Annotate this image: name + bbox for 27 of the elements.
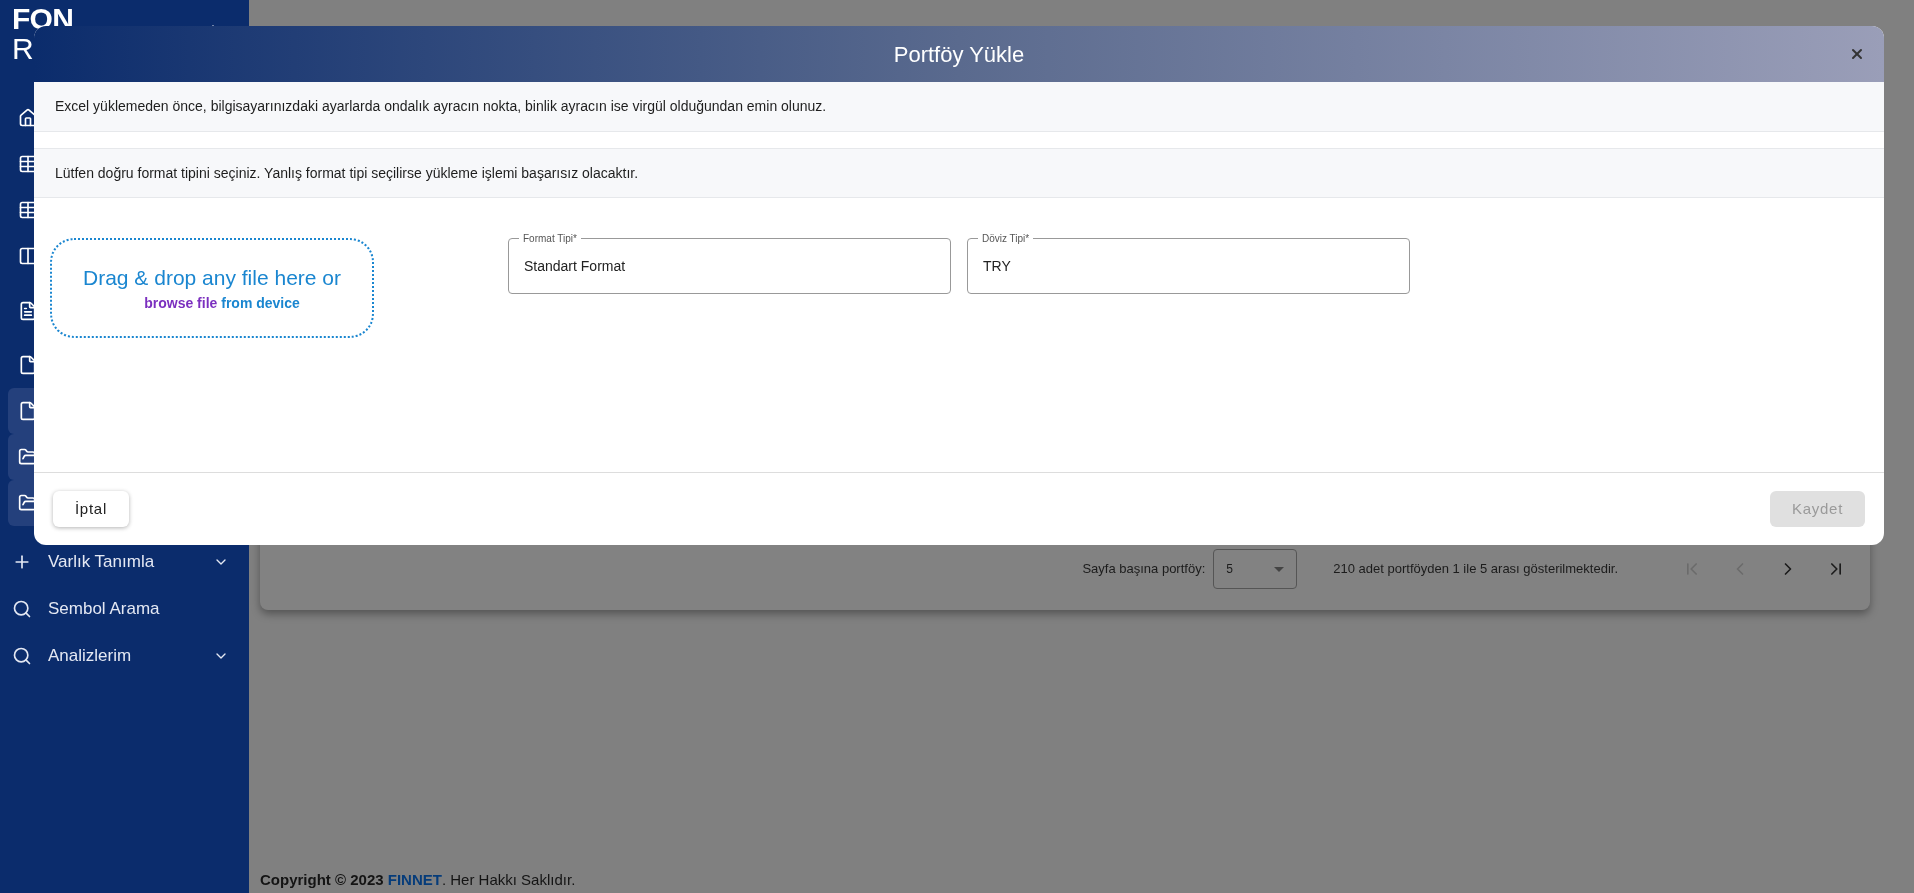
field-label: Format Tipi*: [519, 231, 581, 246]
field-value: TRY: [983, 256, 1011, 276]
copyright-text: Copyright © 2023 FINNET. Her Hakkı Saklıdır.: [259, 869, 577, 890]
sidebar-item[interactable]: Sembol Arama: [0, 585, 249, 632]
notice-text: Excel yüklemeden önce, bilgisayarınızdaki ayarlarda ondalık ayracın nokta, binlik ayracın ise virgül olduğundan emin olunuz.: [55, 97, 827, 116]
logo-text: R: [12, 34, 35, 64]
pagination-summary: 210 adet portföyden 1 ile 5 arası gösterilmektedir.: [1333, 560, 1618, 579]
sidebar-label: Varlık Tanımla: [48, 550, 156, 573]
field-label: Döviz Tipi*: [978, 231, 1034, 246]
rows-per-page-label: Sayfa başına portföy:: [1082, 560, 1206, 579]
from-device-text: from device: [221, 295, 300, 312]
sidebar-item[interactable]: Varlık Tanımla: [0, 538, 249, 585]
rows-per-page-select[interactable]: 5: [1213, 549, 1298, 589]
sidebar-label: Analizlerim: [48, 644, 133, 667]
drop-zone-title: Drag & drop any file here or: [83, 264, 341, 291]
notice-text: Lütfen doğru format tipini seçiniz. Yanlış format tipi seçilirse yükleme işlemi başarısız olacaktır.: [55, 163, 639, 183]
search-icon: [12, 645, 32, 666]
dropdown-caret-icon: [1274, 566, 1285, 572]
sidebar-label: Sembol Arama: [48, 597, 161, 620]
browse-file-link[interactable]: browse file: [144, 295, 218, 312]
file-drop-zone[interactable]: Drag & drop any file here or browse file from device: [50, 238, 374, 338]
search-icon: [12, 598, 32, 619]
close-icon: [1849, 46, 1865, 62]
cancel-button[interactable]: İptal: [53, 491, 129, 527]
field-value: Standart Format: [524, 256, 626, 276]
sidebar-item[interactable]: Analizlerim: [0, 632, 249, 679]
modal-title: Portföy Yükle: [893, 40, 1025, 69]
